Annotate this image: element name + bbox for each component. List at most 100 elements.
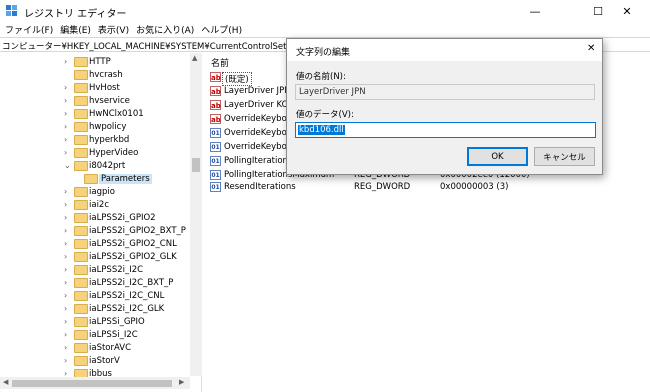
tree-item[interactable]: › hwpolicy [0, 121, 201, 134]
tree-item[interactable]: › iaStorV [0, 355, 201, 368]
window-title: レジストリ エディター [24, 9, 127, 20]
tree-item[interactable]: › HTTP [0, 56, 201, 69]
tree-item-label: iaLPSSi_I2C [89, 330, 138, 340]
tree-item[interactable]: › hyperkbd [0, 134, 201, 147]
scroll-right-icon[interactable]: ▶ [179, 378, 184, 386]
tree-item[interactable]: › iaLPSS2i_I2C_BXT_P [0, 277, 201, 290]
dword-value-icon: 01 [210, 156, 221, 166]
tree-item-label: iai2c [89, 200, 110, 210]
folder-icon [74, 57, 88, 67]
tree-item-label: iagpio [89, 187, 115, 197]
tree-item[interactable]: › hvservice [0, 95, 201, 108]
scrollbar-thumb[interactable] [192, 158, 200, 172]
tree-item-label: hvservice [89, 96, 130, 106]
menu-help[interactable]: ヘルプ(H) [200, 22, 248, 37]
chevron-right-icon[interactable]: › [64, 96, 67, 105]
chevron-right-icon[interactable]: › [64, 278, 67, 287]
dialog-close-button[interactable]: ✕ [587, 43, 595, 54]
scroll-up-icon[interactable]: ▲ [192, 54, 197, 62]
folder-icon [74, 304, 88, 314]
value-data: 0x00000003 (3) [440, 182, 509, 192]
menu-view[interactable]: 表示(V) [97, 22, 135, 37]
tree-item[interactable]: › iagpio [0, 186, 201, 199]
tree-item-label: hyperkbd [89, 135, 130, 145]
folder-icon [74, 291, 88, 301]
chevron-right-icon[interactable]: › [64, 148, 67, 157]
chevron-right-icon[interactable]: › [64, 187, 67, 196]
value-row[interactable]: 01 ResendIterations REG_DWORD 0x00000003 (3… [206, 181, 650, 194]
tree-item[interactable]: › iai2c [0, 199, 201, 212]
column-header-name[interactable]: 名前 [211, 56, 229, 69]
chevron-right-icon[interactable]: › [64, 304, 67, 313]
address-path[interactable]: コンピューター¥HKEY_LOCAL_MACHINE¥SYSTEM¥Curren… [2, 40, 328, 52]
dword-value-icon: 01 [210, 142, 221, 152]
tree-item[interactable]: ⌄ i8042prt [0, 160, 201, 173]
value-name: LayerDriver JPN [224, 86, 291, 96]
chevron-right-icon[interactable]: › [64, 356, 67, 365]
tree-item[interactable]: › iaLPSS2i_GPIO2_GLK [0, 251, 201, 264]
value-data-text[interactable]: kbd106.dll [298, 125, 345, 135]
chevron-right-icon[interactable]: › [64, 343, 67, 352]
tree-item[interactable]: hvcrash [0, 69, 201, 82]
close-button[interactable]: ✕ [604, 0, 650, 22]
chevron-right-icon[interactable]: › [64, 122, 67, 131]
folder-icon [74, 343, 88, 353]
cancel-button[interactable]: キャンセル [534, 147, 595, 166]
folder-open-icon [84, 174, 98, 184]
menu-bar: ファイル(F) 編集(E) 表示(V) お気に入り(A) ヘルプ(H) [0, 22, 650, 37]
minimize-button[interactable]: — [512, 0, 558, 22]
value-name: LayerDriver KOR [224, 100, 295, 110]
tree-item-label: iaStorV [89, 356, 120, 366]
menu-file[interactable]: ファイル(F) [4, 22, 59, 37]
title-bar: レジストリ エディター — ☐ ✕ [0, 0, 650, 22]
tree-item[interactable]: › iaLPSS2i_GPIO2 [0, 212, 201, 225]
chevron-right-icon[interactable]: › [64, 200, 67, 209]
tree-item-label: iaStorAVC [89, 343, 132, 353]
tree-item[interactable]: › iaLPSSi_I2C [0, 329, 201, 342]
folder-icon [74, 239, 88, 249]
folder-icon [74, 252, 88, 262]
chevron-right-icon[interactable]: › [64, 265, 67, 274]
tree-vertical-scrollbar[interactable]: ▲ [190, 53, 202, 376]
chevron-right-icon[interactable]: › [64, 239, 67, 248]
value-data-input[interactable]: kbd106.dll [295, 122, 596, 138]
chevron-right-icon[interactable]: › [64, 83, 67, 92]
tree-item[interactable]: › iaLPSS2i_GPIO2_BXT_P [0, 225, 201, 238]
tree-item[interactable]: › iaLPSSi_GPIO [0, 316, 201, 329]
chevron-right-icon[interactable]: › [64, 317, 67, 326]
tree-horizontal-scrollbar[interactable]: ◀ ▶ [0, 377, 190, 389]
chevron-right-icon[interactable]: › [64, 330, 67, 339]
tree-item[interactable]: › HvHost [0, 82, 201, 95]
folder-icon [74, 200, 88, 210]
chevron-right-icon[interactable]: › [64, 291, 67, 300]
menu-edit[interactable]: 編集(E) [59, 22, 97, 37]
tree-item-label: Parameters [99, 174, 152, 184]
value-name: OverrideKeyboa [224, 114, 292, 124]
scrollbar-thumb[interactable] [12, 380, 172, 387]
value-name: OverrideKeyboa [224, 142, 292, 152]
chevron-right-icon[interactable]: › [64, 213, 67, 222]
chevron-right-icon[interactable]: › [64, 57, 67, 66]
tree-item[interactable]: › iaLPSS2i_I2C_GLK [0, 303, 201, 316]
tree-item[interactable]: › iaLPSS2i_I2C_CNL [0, 290, 201, 303]
chevron-down-icon[interactable]: ⌄ [64, 161, 71, 170]
chevron-right-icon[interactable]: › [64, 135, 67, 144]
folder-icon [74, 330, 88, 340]
folder-icon [74, 356, 88, 366]
scroll-left-icon[interactable]: ◀ [3, 378, 8, 386]
tree-item[interactable]: › iaLPSS2i_GPIO2_CNL [0, 238, 201, 251]
folder-icon [74, 122, 88, 132]
value-type: REG_DWORD [354, 182, 411, 192]
ok-button[interactable]: OK [467, 147, 528, 166]
folder-icon [74, 96, 88, 106]
tree-item[interactable]: › iaLPSS2i_I2C [0, 264, 201, 277]
tree-item[interactable]: › HwNClx0101 [0, 108, 201, 121]
tree-item-selected[interactable]: Parameters [0, 173, 201, 186]
folder-icon [74, 265, 88, 275]
chevron-right-icon[interactable]: › [64, 109, 67, 118]
tree-item[interactable]: › iaStorAVC [0, 342, 201, 355]
chevron-right-icon[interactable]: › [64, 226, 67, 235]
tree-item[interactable]: › HyperVideo [0, 147, 201, 160]
menu-favorites[interactable]: お気に入り(A) [135, 22, 200, 37]
chevron-right-icon[interactable]: › [64, 252, 67, 261]
